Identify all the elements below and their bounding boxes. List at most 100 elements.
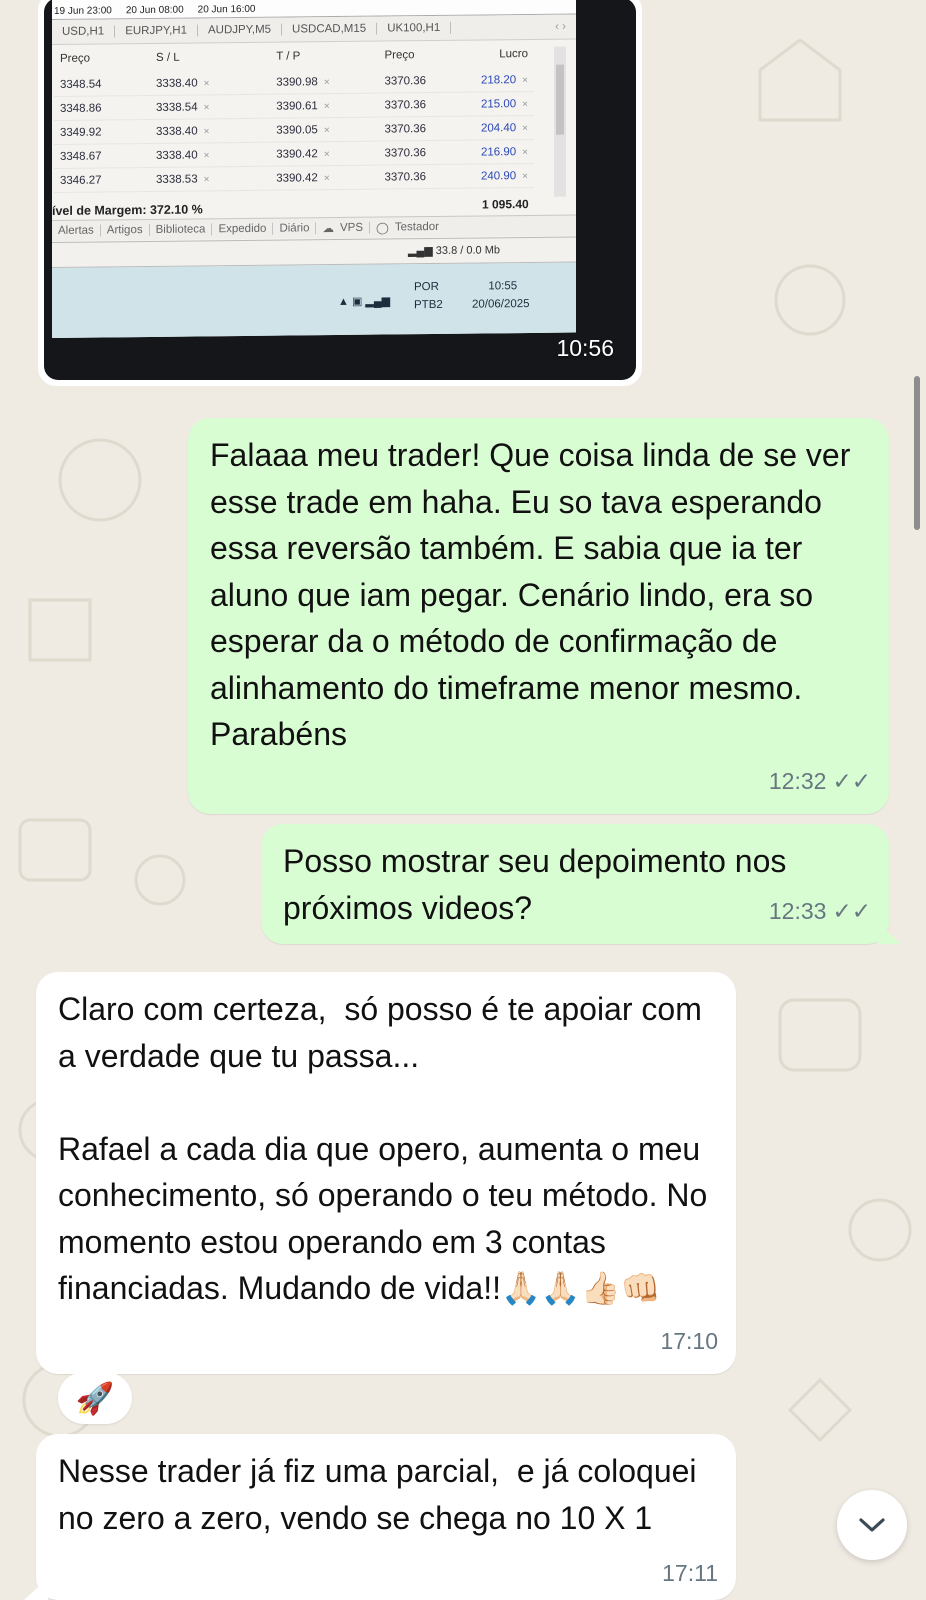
clock-time: 10:55 (488, 280, 518, 293)
current-price-cell: 3370.36 (366, 68, 455, 94)
axis-time-label: 19 Jun 23:00 (54, 5, 112, 17)
close-icon: × (323, 100, 330, 112)
network-status: ▂▄▆ 33.8 / 0.0 Mb (408, 243, 500, 257)
close-icon: × (522, 74, 528, 86)
profit-cell: 204.40 × (454, 115, 534, 141)
message-meta: 12:32 ✓✓ (769, 758, 871, 805)
column-header: Preço (60, 52, 91, 65)
cloud-icon: ☁ (322, 223, 334, 236)
take-profit-value: 3390.42 (276, 171, 318, 185)
stop-loss-cell: 3338.40 × (126, 118, 247, 144)
network-text: 33.8 / 0.0 Mb (435, 244, 500, 257)
close-icon: × (203, 77, 210, 89)
toolbox-tab: Testador (394, 220, 439, 234)
profit-value: 204.40 (480, 121, 517, 135)
open-price-cell: 3348.86 (54, 95, 127, 121)
message-timestamp: 17:10 (660, 1327, 718, 1354)
current-price-value: 3370.36 (384, 98, 427, 112)
trading-screenshot-photo[interactable]: 19 Jun 23:00 20 Jun 08:00 20 Jun 16:00 U… (44, 0, 636, 380)
toolbox-tab: VPS (333, 221, 370, 235)
open-price-cell: 3346.27 (54, 167, 127, 193)
open-price-value: 3348.54 (60, 77, 102, 91)
image-message[interactable]: 19 Jun 23:00 20 Jun 08:00 20 Jun 16:00 U… (38, 0, 642, 386)
read-receipt-icon: ✓✓ (832, 897, 871, 924)
toolbox-tab: Alertas (52, 224, 101, 237)
stop-loss-value: 3338.40 (156, 148, 198, 162)
current-price-value: 3370.36 (384, 122, 427, 136)
current-price-cell: 3370.36 (366, 140, 455, 166)
stop-loss-value: 3338.54 (156, 100, 198, 114)
stop-loss-cell: 3338.40 × (126, 70, 247, 96)
chart-tab: UK100,H1 (377, 21, 452, 35)
incoming-message[interactable]: Nesse trader já fiz uma parcial, e já co… (24, 1434, 736, 1600)
trading-terminal-screen: 19 Jun 23:00 20 Jun 08:00 20 Jun 16:00 U… (52, 0, 576, 339)
close-icon: × (522, 170, 528, 182)
axis-time-label: 20 Jun 08:00 (125, 4, 184, 17)
message-timestamp: 17:11 (662, 1559, 718, 1586)
close-icon: × (323, 76, 330, 88)
message-timestamp: 12:32 (768, 767, 827, 794)
take-profit-cell: 3390.98 × (246, 69, 367, 95)
message-meta: 17:10 (660, 1318, 718, 1365)
windows-taskbar: ▲ ▣ ▂▄▆ POR PTB2 10:55 20/06/2025 (52, 262, 576, 338)
open-price-value: 3348.67 (60, 149, 102, 163)
tester-icon: ◯ (376, 222, 389, 235)
read-receipt-icon: ✓✓ (832, 767, 871, 794)
toolbox-tab: Biblioteca (149, 223, 213, 236)
toolbox-tab: Diário (273, 222, 317, 235)
open-price-cell: 3348.54 (54, 72, 127, 97)
close-icon: × (323, 172, 330, 184)
close-icon: × (203, 149, 210, 161)
open-price-cell: 3348.67 (54, 143, 127, 169)
current-price-value: 3370.36 (384, 74, 427, 88)
close-icon: × (203, 173, 210, 185)
column-header: Preço (384, 49, 415, 62)
close-icon: × (203, 101, 210, 113)
take-profit-value: 3390.98 (276, 75, 318, 89)
profit-cell: 240.90 × (454, 163, 534, 189)
stop-loss-value: 3338.53 (156, 172, 198, 186)
profit-cell: 218.20 × (454, 67, 534, 93)
close-icon: × (522, 146, 528, 158)
open-price-value: 3349.92 (60, 125, 102, 139)
axis-time-label: 20 Jun 16:00 (197, 3, 256, 16)
language-code: POR (414, 280, 439, 294)
outgoing-message[interactable]: Posso mostrar seu depoimento nos próximo… (261, 824, 901, 944)
current-price-cell: 3370.36 (366, 92, 455, 118)
column-header: Lucro (499, 48, 528, 61)
margin-level-text: ível de Margem: 372.10 % (52, 202, 203, 218)
take-profit-value: 3390.05 (276, 123, 318, 137)
total-profit: 1 095.40 (482, 197, 529, 212)
signal-bars-icon: ▂▄▆ (408, 244, 436, 258)
current-price-value: 3370.36 (384, 146, 427, 160)
profit-cell: 216.90 × (454, 139, 534, 165)
close-icon: × (203, 125, 210, 137)
message-text: Claro com certeza, só posso é te apoiar … (58, 991, 708, 1306)
bubble-tail (24, 1578, 48, 1600)
keyboard-layout: PTB2 (414, 298, 443, 312)
open-price-cell: 3349.92 (54, 119, 127, 145)
profit-value: 216.90 (480, 145, 517, 159)
scroll-to-bottom-button[interactable] (837, 1490, 907, 1560)
profit-cell: 215.00 × (454, 91, 534, 117)
incoming-message[interactable]: Claro com certeza, só posso é te apoiar … (36, 972, 736, 1374)
chart-tab: USDCAD,M15 (282, 22, 378, 36)
profit-value: 215.00 (480, 97, 517, 111)
scroll-indicator[interactable] (914, 376, 920, 530)
message-meta: 17:11 (662, 1550, 718, 1597)
rocket-emoji: 🚀 (75, 1380, 115, 1416)
toolbox-tab: Artigos (100, 223, 150, 237)
message-text: Nesse trader já fiz uma parcial, e já co… (58, 1453, 706, 1536)
column-header: T / P (276, 50, 301, 63)
outgoing-message[interactable]: Falaaa meu trader! Que coisa linda de se… (188, 418, 889, 814)
current-price-cell: 3370.36 (366, 116, 455, 142)
chevron-down-icon (859, 1518, 885, 1532)
chat-thread[interactable]: 19 Jun 23:00 20 Jun 08:00 20 Jun 16:00 U… (0, 0, 926, 1600)
current-price-value: 3370.36 (384, 170, 427, 184)
take-profit-value: 3390.61 (276, 99, 318, 113)
message-reaction[interactable]: 🚀 (58, 1372, 132, 1424)
close-icon: × (522, 98, 528, 110)
take-profit-cell: 3390.61 × (246, 93, 367, 119)
system-tray-icons: ▲ ▣ ▂▄▆ (338, 295, 391, 309)
take-profit-cell: 3390.42 × (246, 165, 367, 191)
